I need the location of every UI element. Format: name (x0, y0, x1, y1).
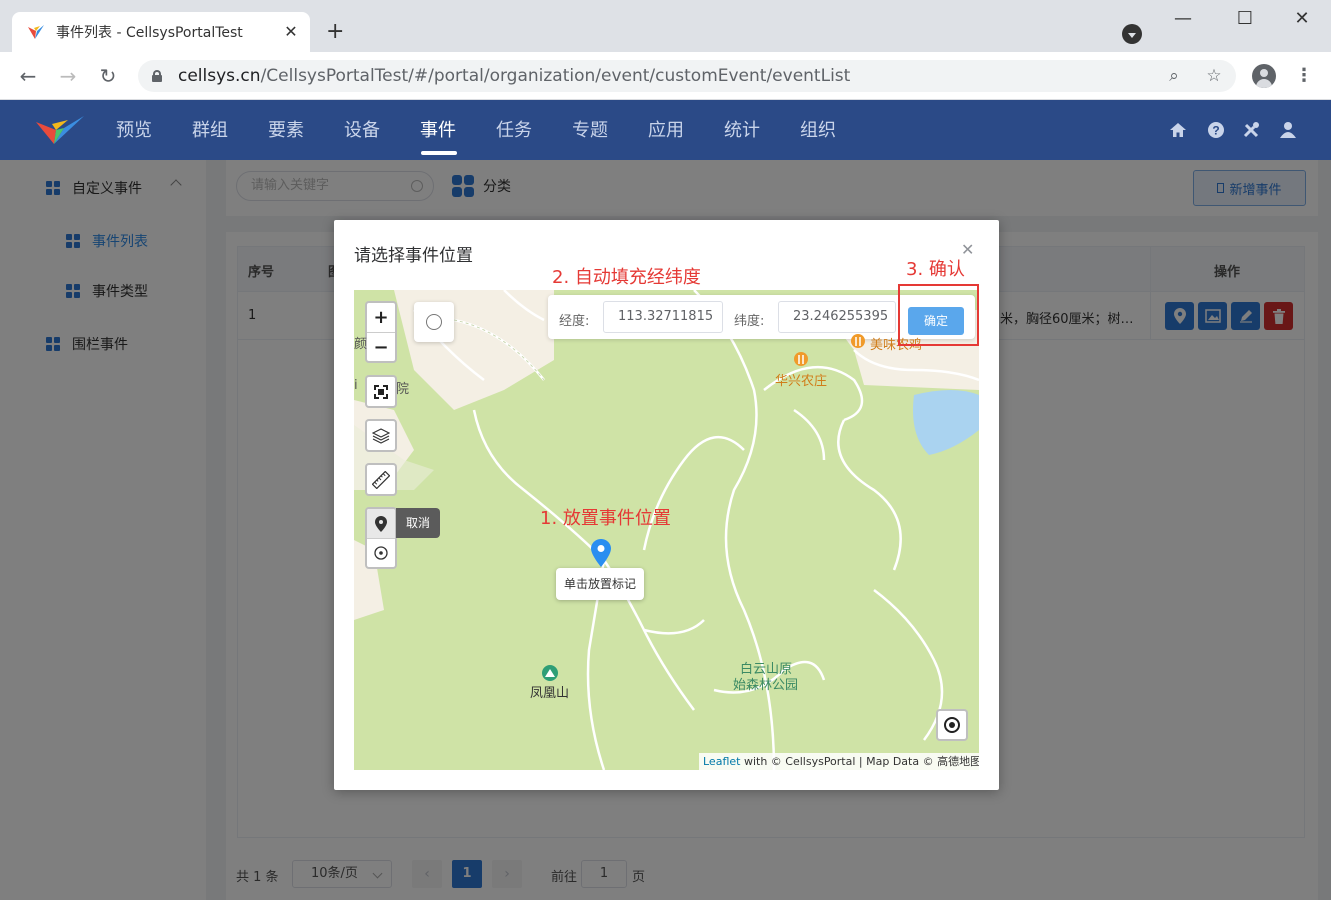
restaurant-icon (851, 334, 865, 348)
maximize-icon[interactable]: ☐ (1230, 8, 1260, 29)
tools-icon[interactable] (1242, 120, 1262, 140)
locate-me-button[interactable] (936, 709, 968, 741)
nav-apps[interactable]: 应用 (648, 118, 684, 144)
zoom-icon[interactable]: ⌕ (1162, 64, 1186, 88)
circle-marker-tool-icon[interactable] (367, 538, 395, 567)
nav-elements[interactable]: 要素 (268, 118, 304, 144)
annotation-step-3: 3. 确认 (906, 259, 965, 280)
forward-icon[interactable]: → (56, 64, 80, 88)
longitude-label: 经度: (559, 314, 590, 329)
tab-search-icon[interactable] (1122, 24, 1142, 44)
window-close-icon[interactable]: ✕ (1287, 8, 1317, 29)
profile-avatar-icon[interactable] (1252, 64, 1276, 88)
svg-text:?: ? (1212, 124, 1219, 138)
marker-tool-icon[interactable] (367, 509, 395, 538)
nav-devices[interactable]: 设备 (344, 118, 380, 144)
browser-menu-icon[interactable]: ⋮ (1292, 64, 1316, 88)
map-label-mountain: 凤凰山 (530, 686, 570, 701)
leaflet-link[interactable]: Leaflet (703, 755, 740, 768)
latitude-input[interactable]: 23.246255395 (778, 301, 896, 333)
home-icon[interactable] (1168, 120, 1188, 140)
cancel-draw-button[interactable]: 取消 (396, 508, 440, 538)
draw-control (365, 507, 397, 569)
dialog-title: 请选择事件位置 (354, 246, 473, 266)
attribution-text: with © CellsysPortal | Map Data © 高德地图 (740, 755, 979, 768)
bookmark-star-icon[interactable]: ☆ (1202, 64, 1226, 88)
url-host: cellsys.cn (178, 66, 261, 86)
nav-active-indicator (421, 151, 457, 155)
browser-toolbar: ← → ↻ cellsys.cn/CellsysPortalTest/#/por… (0, 52, 1331, 100)
map-label-park-2: 始森林公园 (733, 678, 799, 693)
app-favicon-icon (28, 25, 44, 39)
map-search-button[interactable] (414, 302, 454, 342)
measure-control (365, 463, 397, 496)
minimize-icon[interactable]: — (1168, 8, 1198, 29)
locate-icon (944, 717, 960, 733)
map-label-left2: i (354, 378, 358, 393)
zoom-in-icon[interactable]: + (367, 303, 395, 332)
longitude-input[interactable]: 113.32711815 (603, 301, 723, 333)
fullscreen-icon[interactable] (367, 377, 395, 406)
map-label-farm: 华兴农庄 (775, 374, 828, 389)
lock-icon (152, 70, 162, 82)
map-attribution: Leaflet with © CellsysPortal | Map Data … (699, 753, 979, 770)
map-marker-icon[interactable] (591, 539, 611, 567)
place-marker-tooltip: 单击放置标记 (556, 568, 644, 600)
reload-icon[interactable]: ↻ (96, 64, 120, 88)
search-icon (426, 314, 442, 330)
map-tiles (354, 290, 979, 770)
help-icon[interactable]: ? (1206, 120, 1226, 140)
annotation-step-2: 2. 自动填充经纬度 (552, 267, 701, 288)
annotation-step-1: 1. 放置事件位置 (540, 508, 671, 529)
annotation-highlight-box (898, 284, 979, 346)
mountain-icon (542, 665, 558, 681)
fullscreen-control (365, 375, 397, 408)
zoom-out-icon[interactable]: − (367, 332, 395, 361)
layers-icon[interactable] (367, 421, 395, 450)
user-icon[interactable] (1278, 120, 1298, 140)
close-tab-icon[interactable]: ✕ (282, 23, 300, 41)
map-label-left1: 颜 (354, 337, 368, 352)
new-tab-icon[interactable]: + (326, 20, 344, 44)
layers-control (365, 419, 397, 452)
browser-tab[interactable]: 事件列表 - CellsysPortalTest ✕ (12, 12, 310, 52)
browser-tabbar: 事件列表 - CellsysPortalTest ✕ + — ☐ ✕ (0, 0, 1331, 52)
nav-tasks[interactable]: 任务 (496, 118, 532, 144)
url-path: /CellsysPortalTest/#/portal/organization… (260, 66, 851, 86)
map-label-left3: 院 (396, 382, 410, 397)
restaurant-icon (794, 352, 808, 366)
nav-org[interactable]: 组织 (800, 118, 836, 144)
nav-topics[interactable]: 专题 (572, 118, 608, 144)
nav-events[interactable]: 事件 (420, 118, 456, 144)
address-bar[interactable]: cellsys.cn/CellsysPortalTest/#/portal/or… (138, 60, 1236, 92)
nav-stats[interactable]: 统计 (724, 118, 760, 144)
ruler-icon[interactable] (367, 465, 395, 494)
map-view[interactable]: + − 取消 经度: 113.32711815 纬度: 23.246255395… (354, 290, 979, 770)
nav-groups[interactable]: 群组 (192, 118, 228, 144)
nav-preview[interactable]: 预览 (116, 118, 152, 144)
browser-tab-title: 事件列表 - CellsysPortalTest (56, 25, 243, 41)
app-logo[interactable] (34, 112, 88, 150)
zoom-control: + − (365, 301, 397, 363)
back-icon[interactable]: ← (16, 64, 40, 88)
latitude-label: 纬度: (734, 314, 765, 329)
